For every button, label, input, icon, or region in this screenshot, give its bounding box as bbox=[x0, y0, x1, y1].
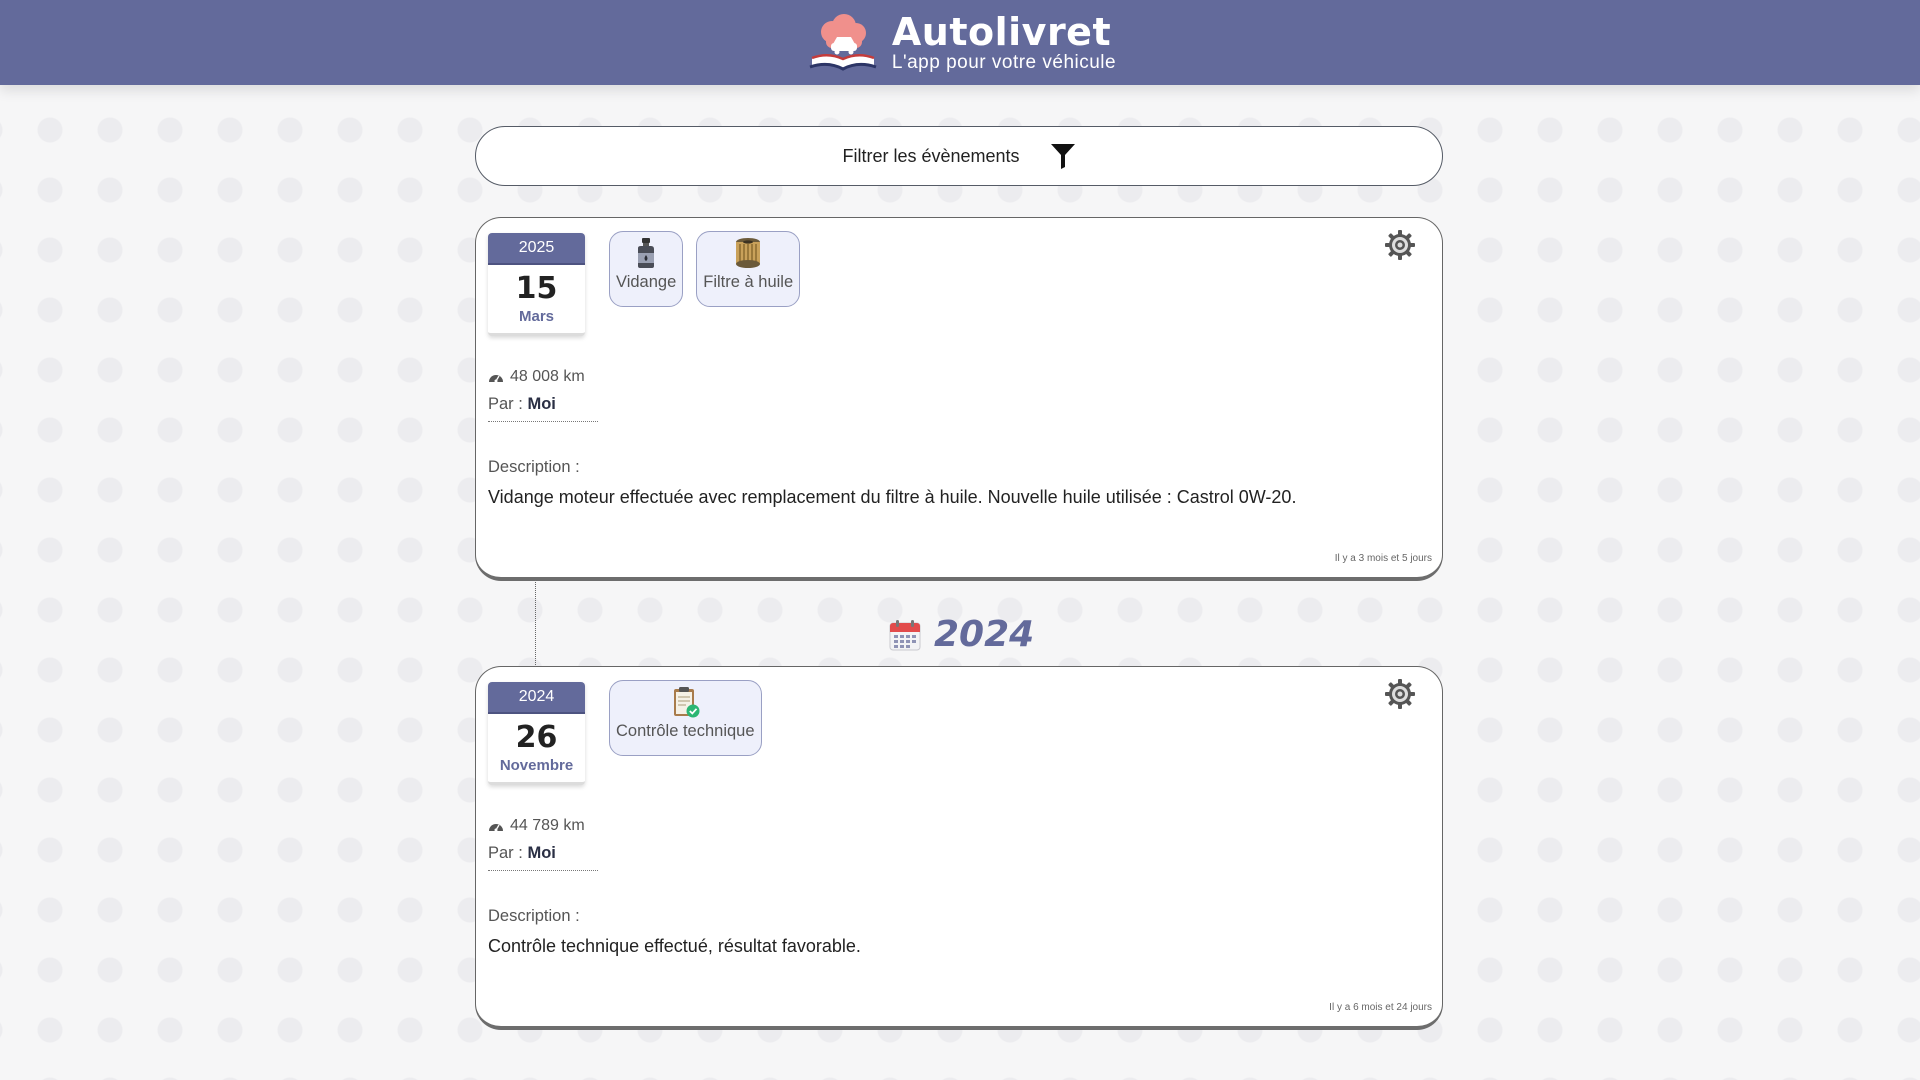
description-label: Description : bbox=[488, 458, 580, 476]
app-subtitle: L'app pour votre véhicule bbox=[891, 52, 1117, 73]
event-date-month: Novembre bbox=[499, 757, 574, 774]
app-title: Autolivret bbox=[891, 10, 1112, 54]
event-mileage: 48 008 km bbox=[488, 368, 598, 386]
event-date: 2025 15 Mars bbox=[488, 233, 585, 336]
event-date-month: Mars bbox=[518, 308, 555, 325]
tag-filtre-a-huile[interactable]: Filtre à huile bbox=[696, 231, 801, 307]
event-author: Par : Moi bbox=[488, 395, 598, 422]
event-tags: Contrôle technique bbox=[609, 680, 762, 756]
brand-text: Autolivret L'app pour votre véhicule bbox=[892, 13, 1116, 72]
app-header: Autolivret L'app pour votre véhicule bbox=[0, 0, 1920, 85]
event-date-day: 26 bbox=[515, 720, 558, 755]
year-label: 2024 bbox=[934, 614, 1035, 655]
event-date-day: 15 bbox=[515, 271, 558, 306]
event-date-year: 2025 bbox=[488, 233, 585, 265]
tag-label: Filtre à huile bbox=[703, 273, 794, 291]
description-label: Description : bbox=[488, 907, 580, 925]
timeline-connector bbox=[535, 582, 536, 667]
event-tags: Vidange Filtre à huile bbox=[609, 231, 801, 307]
event-elapsed-time: Il y a 3 mois et 5 jours bbox=[1334, 553, 1432, 564]
filter-events-button[interactable]: Filtrer les évènements bbox=[475, 126, 1443, 186]
description-text: Vidange moteur effectuée avec remplaceme… bbox=[488, 487, 1297, 507]
tag-label: Contrôle technique bbox=[616, 722, 755, 740]
oil-can-icon bbox=[638, 238, 655, 268]
clipboard-check-icon bbox=[674, 687, 700, 718]
author-label: Par : bbox=[488, 395, 523, 413]
event-date: 2024 26 Novembre bbox=[488, 682, 585, 785]
author-value: Moi bbox=[527, 395, 556, 413]
event-mileage: 44 789 km bbox=[488, 817, 598, 835]
event-meta: 48 008 km Par : Moi bbox=[488, 368, 598, 422]
tag-vidange[interactable]: Vidange bbox=[609, 231, 684, 307]
filter-label: Filtrer les évènements bbox=[842, 145, 1020, 166]
event-meta: 44 789 km Par : Moi bbox=[488, 817, 598, 871]
gear-icon[interactable] bbox=[1384, 229, 1416, 261]
mileage-value: 44 789 km bbox=[510, 817, 585, 834]
brand[interactable]: Autolivret L'app pour votre véhicule bbox=[804, 12, 1116, 74]
event-card[interactable]: 2025 15 Mars Vidange Filtre à huile 48 0… bbox=[475, 217, 1443, 581]
year-separator: 2024 bbox=[888, 614, 1034, 655]
tag-controle-technique[interactable]: Contrôle technique bbox=[609, 680, 762, 756]
event-elapsed-time: Il y a 6 mois et 24 jours bbox=[1329, 1002, 1432, 1013]
event-description: Description : Contrôle technique effectu… bbox=[488, 907, 861, 957]
car-book-cloud-logo-icon bbox=[809, 13, 877, 71]
speedometer-icon bbox=[489, 824, 503, 832]
speedometer-icon bbox=[489, 375, 503, 383]
event-card[interactable]: 2024 26 Novembre Contrôle technique 44 7… bbox=[475, 666, 1443, 1030]
event-author: Par : Moi bbox=[488, 844, 598, 871]
oil-filter-icon bbox=[736, 238, 761, 268]
event-description: Description : Vidange moteur effectuée a… bbox=[488, 458, 1296, 508]
description-text: Contrôle technique effectué, résultat fa… bbox=[488, 936, 861, 956]
author-value: Moi bbox=[527, 844, 556, 862]
event-date-year: 2024 bbox=[488, 682, 585, 714]
calendar-icon bbox=[889, 619, 921, 650]
gear-icon[interactable] bbox=[1384, 678, 1416, 710]
author-label: Par : bbox=[488, 844, 523, 862]
mileage-value: 48 008 km bbox=[510, 368, 585, 385]
filter-icon bbox=[1050, 144, 1075, 169]
tag-label: Vidange bbox=[616, 273, 677, 291]
